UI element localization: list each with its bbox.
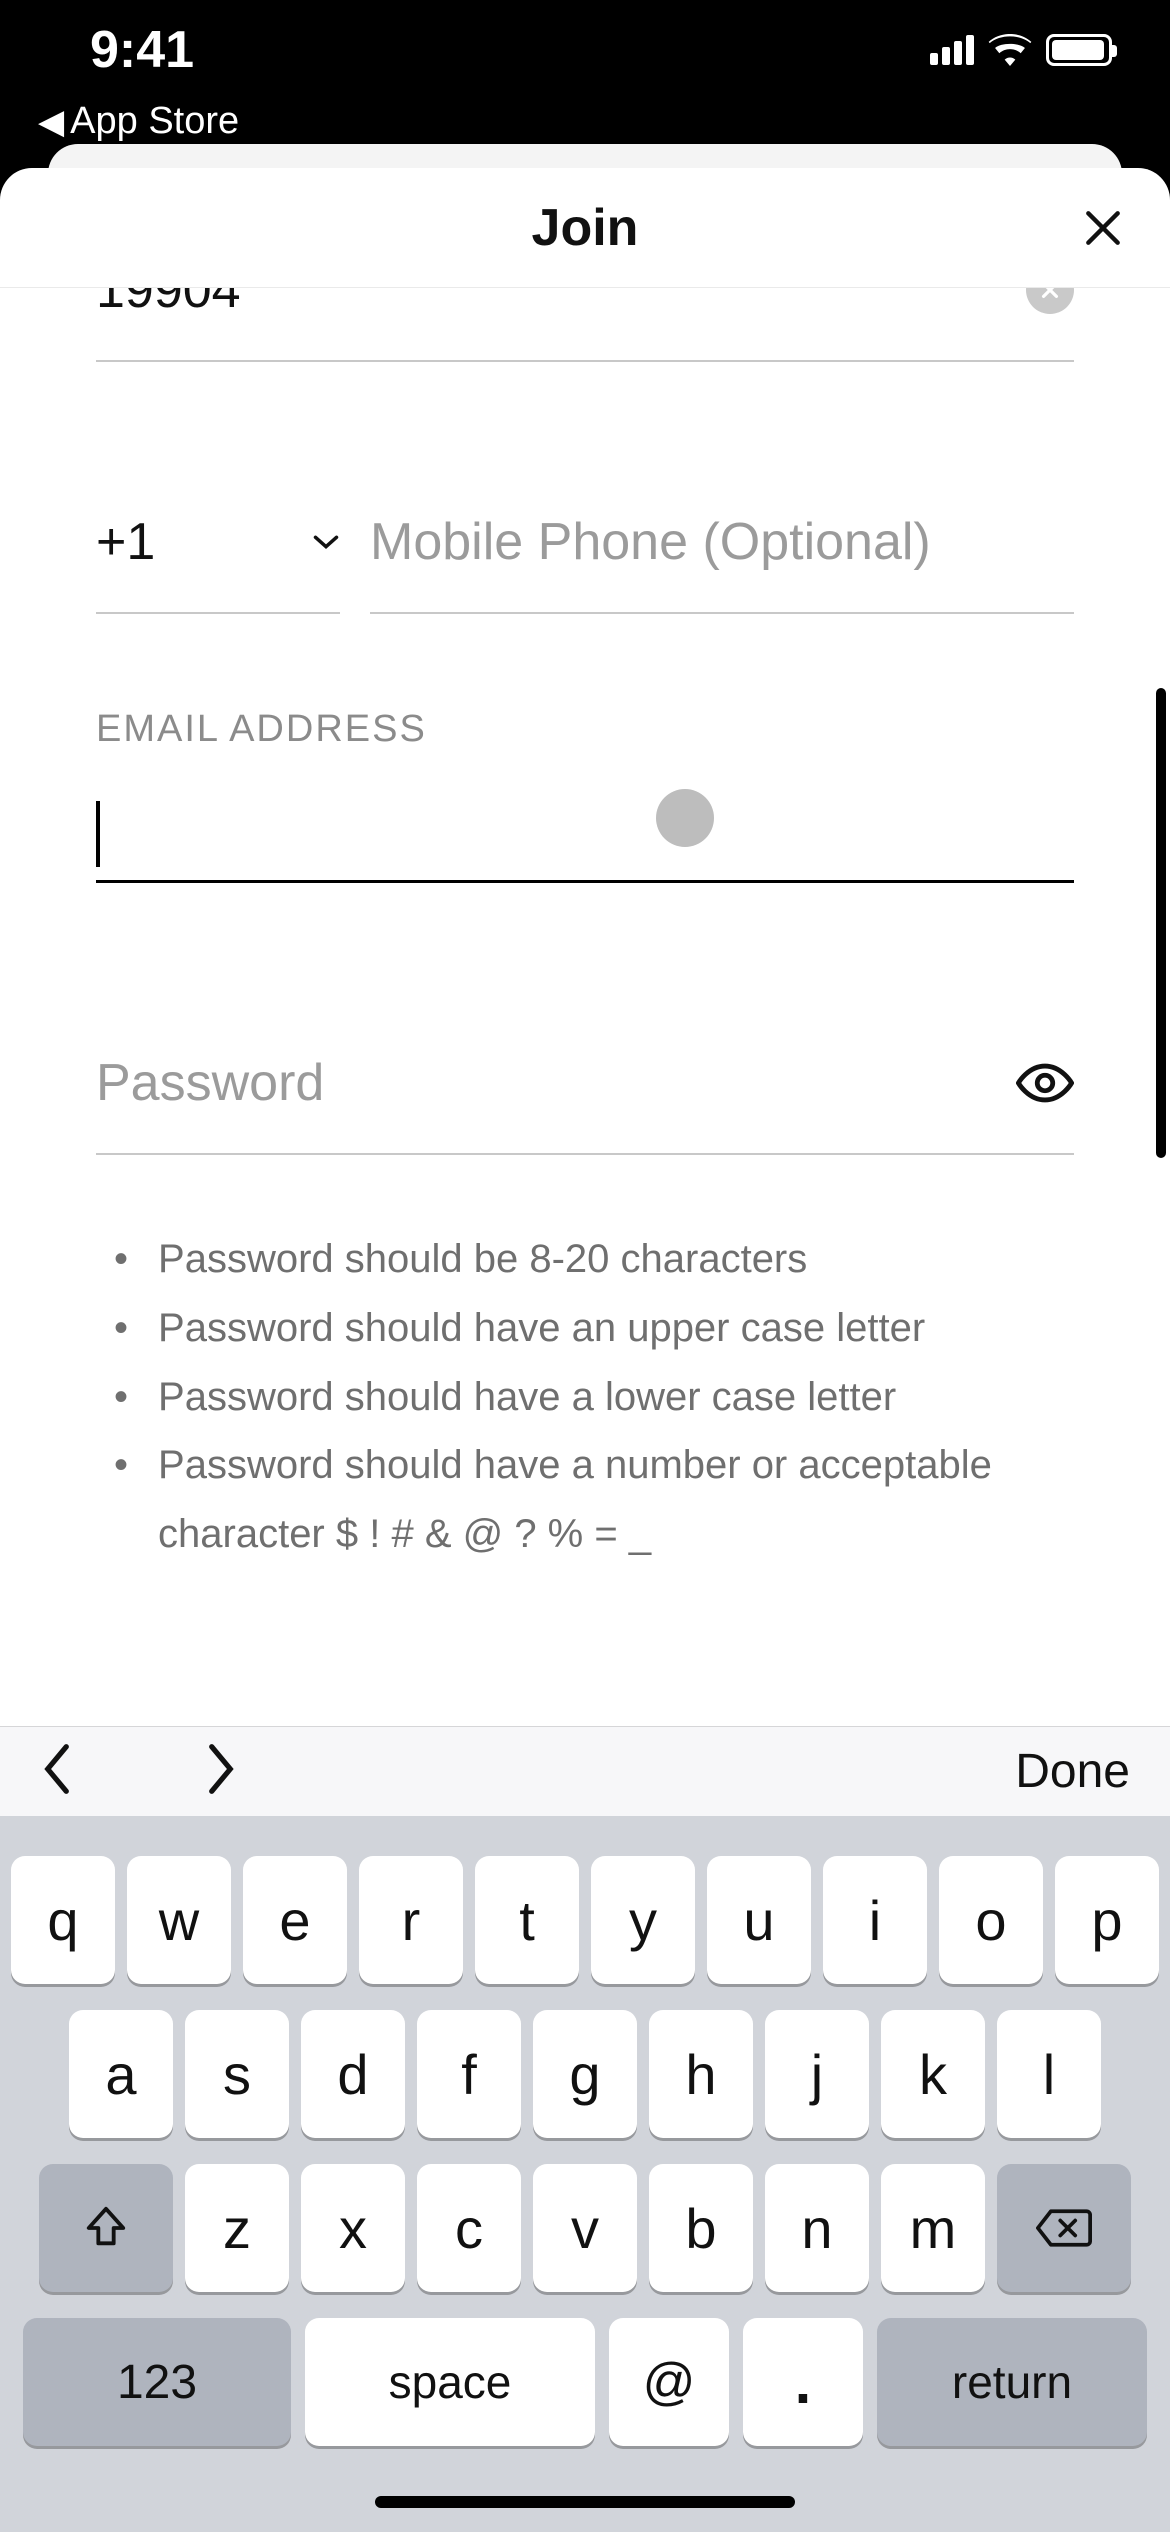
- status-time: 9:41: [90, 20, 194, 80]
- keyboard: q w e r t y u i o p a s d f g h j k l: [0, 1816, 1170, 2532]
- clear-button[interactable]: [1026, 288, 1074, 314]
- password-placeholder: Password: [96, 1053, 324, 1113]
- key-o[interactable]: o: [939, 1856, 1043, 1984]
- rule-item: •Password should be 8-20 characters: [96, 1225, 1074, 1294]
- join-sheet: Join 19904 +1 Mobile Phone (Optional): [0, 168, 1170, 2532]
- key-s[interactable]: s: [185, 2010, 289, 2138]
- chevron-right-icon: [204, 1743, 238, 1795]
- key-d[interactable]: d: [301, 2010, 405, 2138]
- text-cursor: [96, 801, 100, 867]
- rule-item: •Password should have a lower case lette…: [96, 1363, 1074, 1432]
- scroll-dot: [656, 789, 714, 847]
- key-m[interactable]: m: [881, 2164, 985, 2292]
- back-app-label: App Store: [70, 100, 239, 143]
- key-a[interactable]: a: [69, 2010, 173, 2138]
- cellular-icon: [930, 35, 974, 65]
- password-rules: •Password should be 8-20 characters •Pas…: [96, 1225, 1074, 1558]
- chevron-left-icon: [40, 1743, 74, 1795]
- country-code-value: +1: [96, 512, 155, 572]
- battery-icon: [1046, 34, 1112, 66]
- email-label: EMAIL ADDRESS: [96, 708, 1074, 751]
- close-button[interactable]: [1076, 201, 1130, 255]
- phone-placeholder: Mobile Phone (Optional): [370, 513, 931, 571]
- shift-key[interactable]: [39, 2164, 173, 2292]
- page-title: Join: [532, 198, 639, 258]
- key-v[interactable]: v: [533, 2164, 637, 2292]
- status-bar: 9:41: [0, 0, 1170, 100]
- x-icon: [1039, 288, 1061, 301]
- key-w[interactable]: w: [127, 1856, 231, 1984]
- wifi-icon: [988, 34, 1032, 66]
- zip-value: 19904: [96, 288, 241, 320]
- key-z[interactable]: z: [185, 2164, 289, 2292]
- email-field[interactable]: [96, 787, 1074, 883]
- rule-item: •Password should have an upper case lett…: [96, 1294, 1074, 1363]
- key-c[interactable]: c: [417, 2164, 521, 2292]
- key-y[interactable]: y: [591, 1856, 695, 1984]
- zip-field[interactable]: 19904: [96, 288, 1074, 362]
- backspace-icon: [1036, 2208, 1092, 2248]
- numbers-key[interactable]: 123: [23, 2318, 291, 2446]
- keyboard-toolbar: Done: [0, 1726, 1170, 1816]
- home-indicator[interactable]: [375, 2496, 795, 2508]
- chevron-down-icon: [312, 533, 340, 551]
- key-e[interactable]: e: [243, 1856, 347, 1984]
- return-key[interactable]: return: [877, 2318, 1147, 2446]
- key-b[interactable]: b: [649, 2164, 753, 2292]
- next-field-button[interactable]: [204, 1743, 238, 1800]
- at-key[interactable]: @: [609, 2318, 729, 2446]
- key-r[interactable]: r: [359, 1856, 463, 1984]
- status-icons: [930, 34, 1112, 66]
- dot-key[interactable]: .: [743, 2318, 863, 2446]
- scrollbar[interactable]: [1156, 688, 1166, 1158]
- key-n[interactable]: n: [765, 2164, 869, 2292]
- key-q[interactable]: q: [11, 1856, 115, 1984]
- backspace-key[interactable]: [997, 2164, 1131, 2292]
- password-field[interactable]: Password: [96, 1053, 1074, 1155]
- sheet-header: Join: [0, 168, 1170, 288]
- country-code-selector[interactable]: +1: [96, 512, 340, 614]
- key-p[interactable]: p: [1055, 1856, 1159, 1984]
- key-j[interactable]: j: [765, 2010, 869, 2138]
- rule-item: •Password should have a number or accept…: [96, 1431, 1074, 1558]
- prev-field-button[interactable]: [40, 1743, 74, 1800]
- signup-form: 19904 +1 Mobile Phone (Optional) EMAIL A…: [0, 288, 1170, 1558]
- key-u[interactable]: u: [707, 1856, 811, 1984]
- eye-icon[interactable]: [1016, 1063, 1074, 1103]
- close-icon: [1081, 206, 1125, 250]
- done-button[interactable]: Done: [1015, 1744, 1130, 1799]
- key-l[interactable]: l: [997, 2010, 1101, 2138]
- key-f[interactable]: f: [417, 2010, 521, 2138]
- key-h[interactable]: h: [649, 2010, 753, 2138]
- shift-icon: [83, 2205, 129, 2251]
- back-chevron-icon: ◀: [38, 102, 64, 142]
- key-i[interactable]: i: [823, 1856, 927, 1984]
- key-t[interactable]: t: [475, 1856, 579, 1984]
- key-x[interactable]: x: [301, 2164, 405, 2292]
- phone-input[interactable]: Mobile Phone (Optional): [370, 512, 1074, 614]
- space-key[interactable]: space: [305, 2318, 595, 2446]
- key-k[interactable]: k: [881, 2010, 985, 2138]
- key-g[interactable]: g: [533, 2010, 637, 2138]
